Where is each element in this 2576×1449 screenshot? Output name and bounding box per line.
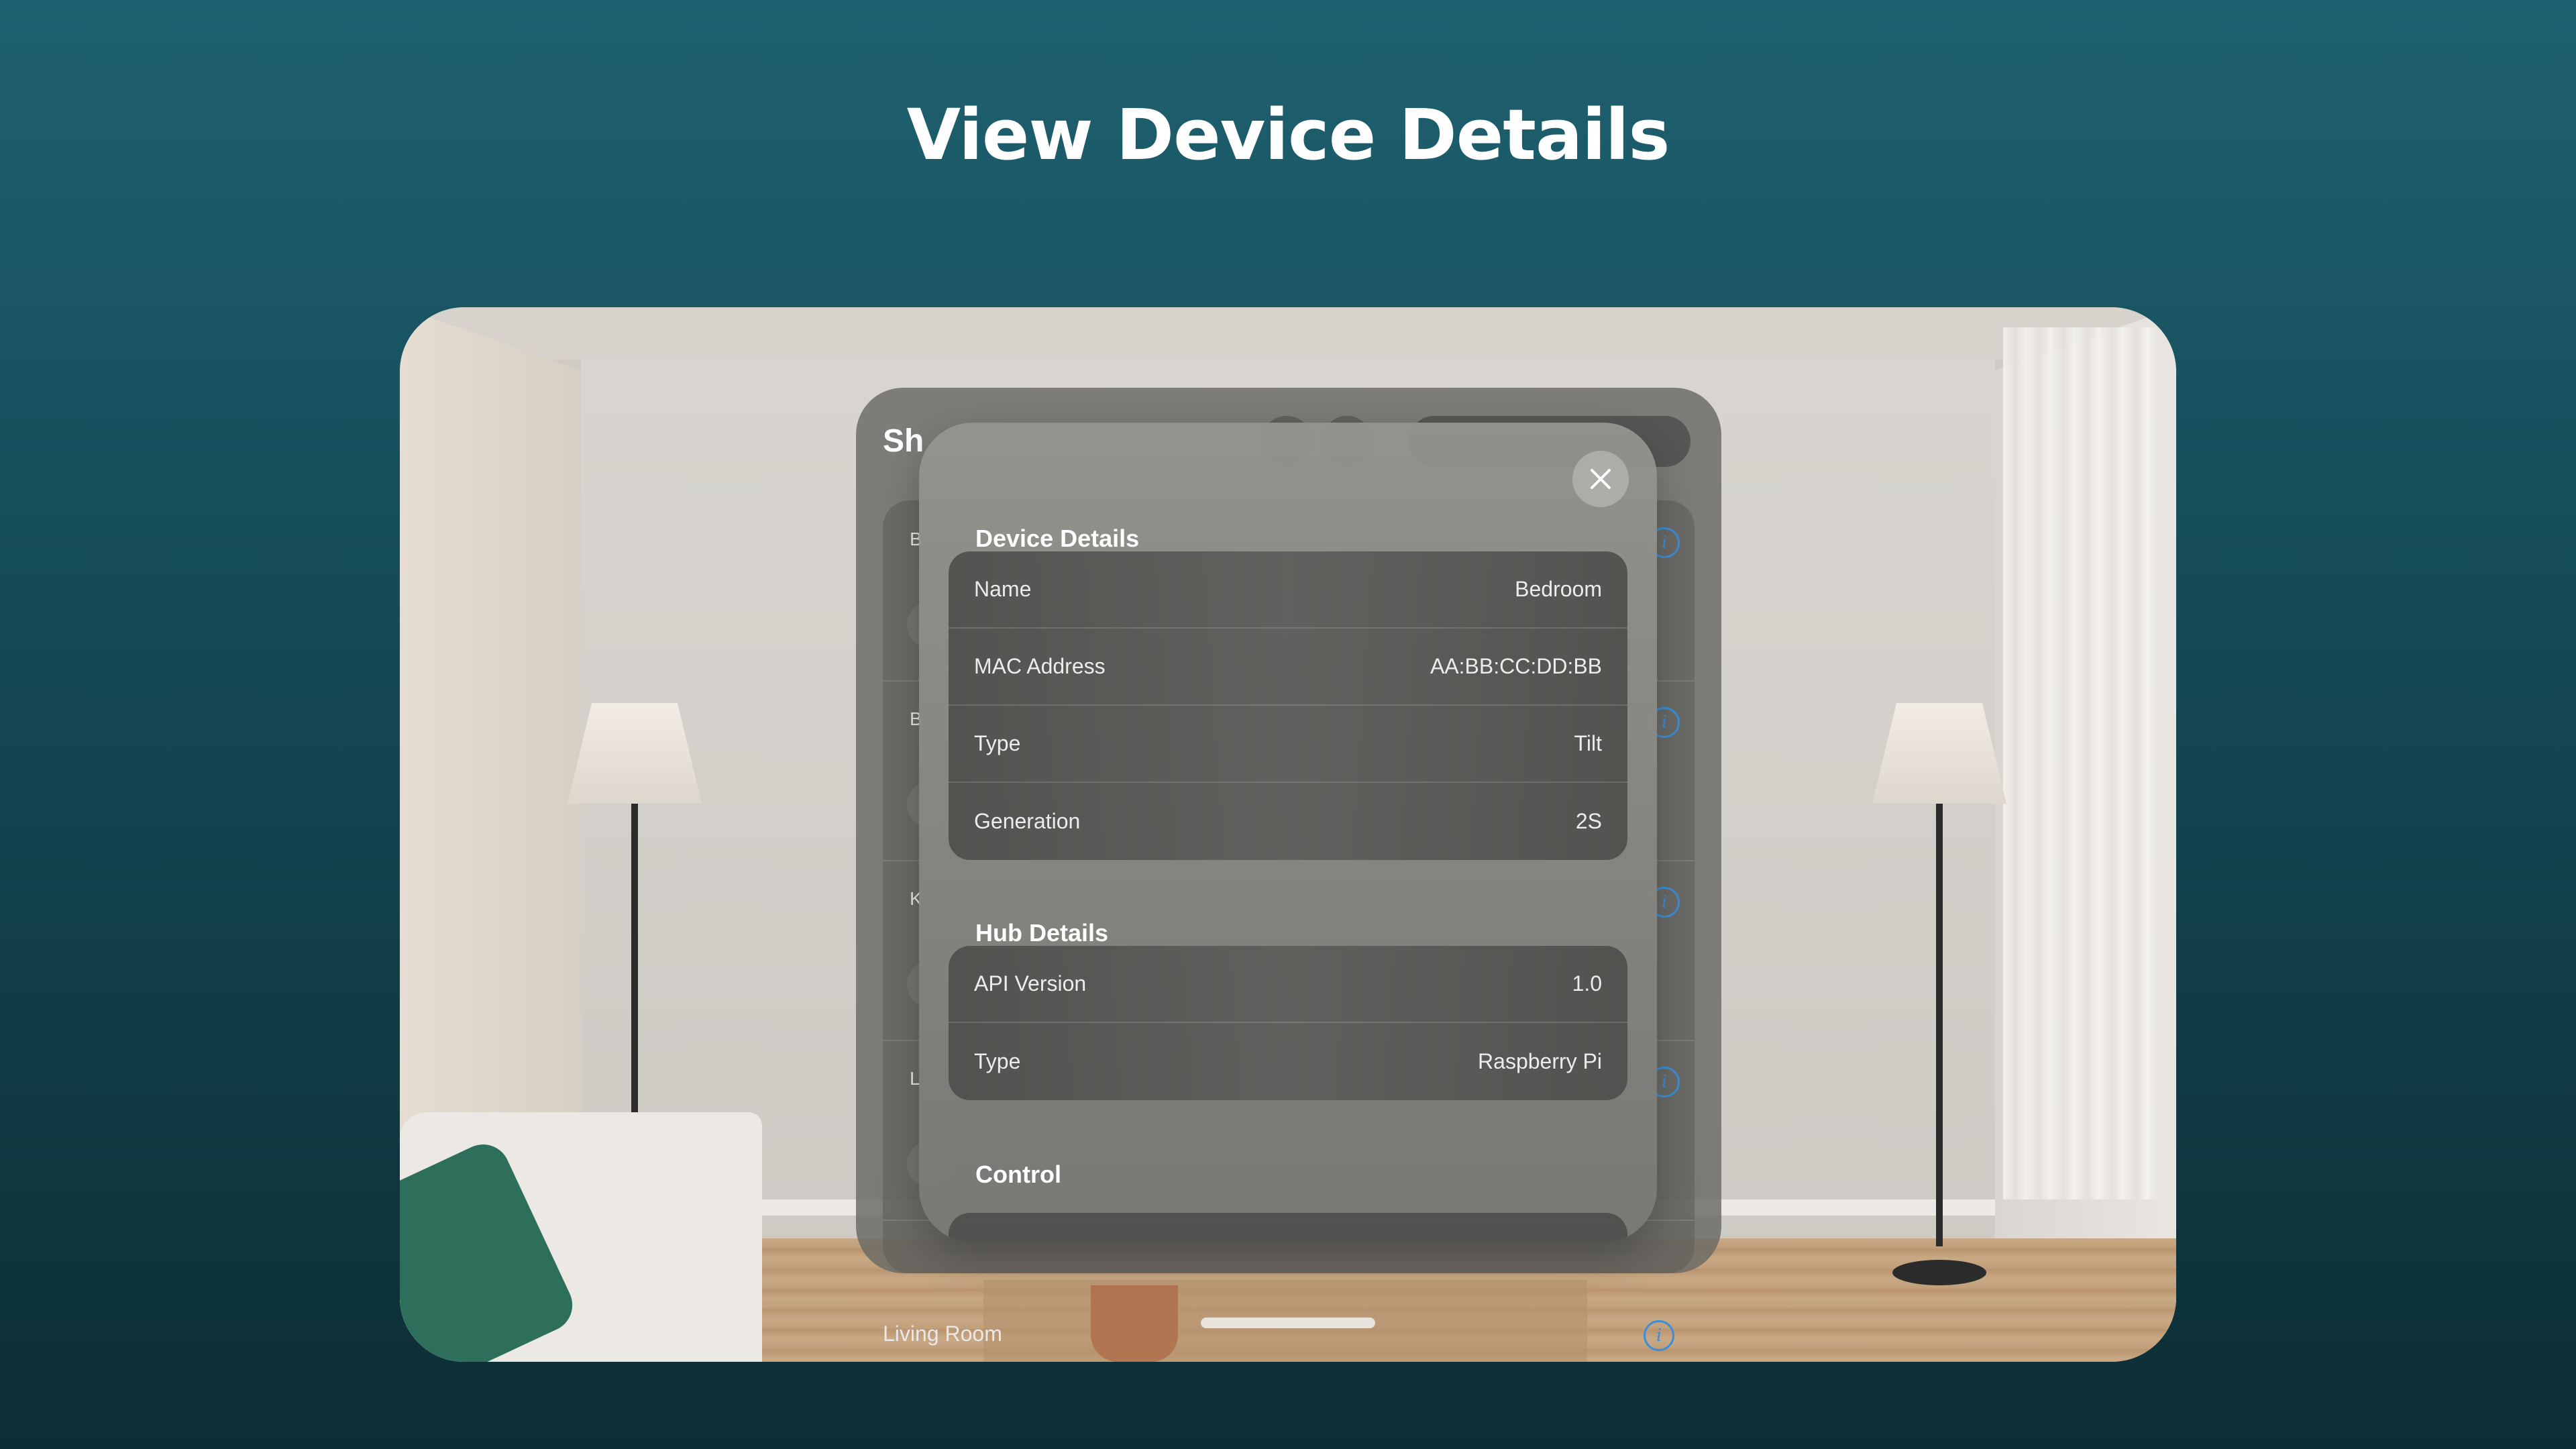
right-lamp-base bbox=[1892, 1260, 1986, 1285]
room-scene: Sh B i B i K i L i Living Room i Device … bbox=[400, 307, 2176, 1362]
close-button[interactable] bbox=[1572, 451, 1629, 507]
window-grabber-bar[interactable] bbox=[1201, 1318, 1375, 1328]
close-icon bbox=[1591, 469, 1611, 489]
detail-value: AA:BB:CC:DD:BB bbox=[1430, 654, 1602, 678]
right-lamp-pole bbox=[1936, 804, 1943, 1246]
detail-row-name: Name Bedroom bbox=[949, 551, 1627, 629]
detail-row-type: Type Tilt bbox=[949, 706, 1627, 783]
detail-label: API Version bbox=[974, 971, 1087, 996]
detail-label: Name bbox=[974, 577, 1032, 601]
control-heading: Control bbox=[975, 1161, 1061, 1188]
device-details-modal: Device Details Name Bedroom MAC Address … bbox=[919, 423, 1657, 1242]
info-icon[interactable]: i bbox=[1644, 1320, 1674, 1351]
detail-label: Type bbox=[974, 1049, 1021, 1073]
device-details-group: Name Bedroom MAC Address AA:BB:CC:DD:BB … bbox=[949, 551, 1627, 860]
detail-value: Raspberry Pi bbox=[1478, 1049, 1602, 1073]
detail-row-mac-address: MAC Address AA:BB:CC:DD:BB bbox=[949, 629, 1627, 706]
hub-row-type: Type Raspberry Pi bbox=[949, 1023, 1627, 1100]
control-group[interactable] bbox=[949, 1213, 1627, 1242]
detail-value: 2S bbox=[1575, 809, 1602, 833]
hub-details-group: API Version 1.0 Type Raspberry Pi bbox=[949, 946, 1627, 1100]
page-headline: View Device Details bbox=[906, 94, 1670, 176]
hub-details-heading: Hub Details bbox=[975, 919, 1109, 947]
detail-value: 1.0 bbox=[1572, 971, 1602, 996]
detail-label: MAC Address bbox=[974, 654, 1106, 678]
window-curtain bbox=[2003, 327, 2157, 1199]
hub-row-api-version: API Version 1.0 bbox=[949, 946, 1627, 1023]
detail-row-generation: Generation 2S bbox=[949, 783, 1627, 860]
detail-label: Type bbox=[974, 731, 1021, 755]
plant-pot bbox=[1091, 1285, 1178, 1362]
device-details-heading: Device Details bbox=[975, 525, 1140, 552]
background-window-title: Sh bbox=[883, 423, 924, 459]
detail-value: Tilt bbox=[1574, 731, 1602, 755]
detail-label: Generation bbox=[974, 809, 1081, 833]
list-item-label-living-room[interactable]: Living Room bbox=[883, 1322, 1002, 1346]
detail-value: Bedroom bbox=[1515, 577, 1602, 601]
ceiling bbox=[400, 307, 2176, 360]
